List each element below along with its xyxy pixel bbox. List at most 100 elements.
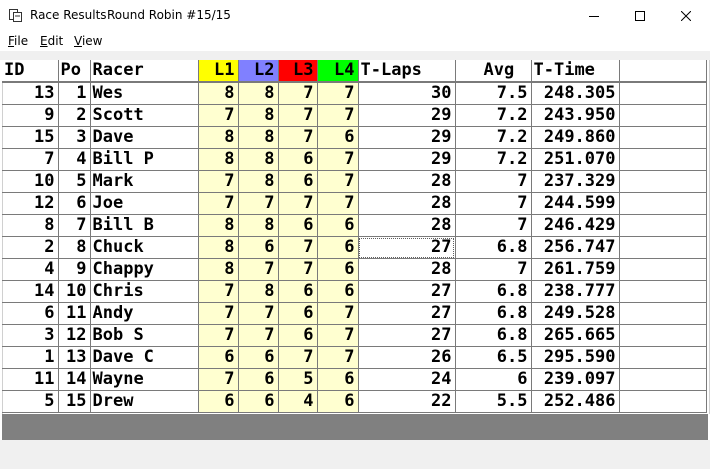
cell-tlaps[interactable]: 27 xyxy=(358,280,456,303)
cell-id[interactable]: 7 xyxy=(2,148,59,171)
cell-id[interactable]: 1 xyxy=(2,346,59,369)
menu-edit[interactable]: Edit xyxy=(40,34,63,48)
table-row[interactable]: 5 15 Drew 6 6 4 6 22 5.5 252.486 xyxy=(2,390,707,413)
cell-pos[interactable]: 3 xyxy=(58,126,91,149)
cell-racer[interactable]: Joe xyxy=(90,192,199,215)
cell-l4[interactable]: 7 xyxy=(317,170,359,193)
cell-l1[interactable]: 7 xyxy=(198,170,239,193)
cell-l1[interactable]: 6 xyxy=(198,390,239,413)
cell-l1[interactable]: 7 xyxy=(198,368,239,391)
cell-racer[interactable]: Bill B xyxy=(90,214,199,237)
table-row[interactable]: 1 13 Dave C 6 6 7 7 26 6.5 295.590 xyxy=(2,346,707,369)
cell-pos[interactable]: 5 xyxy=(58,170,91,193)
cell-racer[interactable]: Chris xyxy=(90,280,199,303)
cell-l2[interactable]: 7 xyxy=(238,302,279,325)
cell-id[interactable]: 10 xyxy=(2,170,59,193)
cell-id[interactable]: 11 xyxy=(2,368,59,391)
table-row[interactable]: 10 5 Mark 7 8 6 7 28 7 237.329 xyxy=(2,170,707,193)
cell-l4[interactable]: 7 xyxy=(317,302,359,325)
cell-tlaps[interactable]: 29 xyxy=(358,104,456,127)
maximize-button[interactable] xyxy=(617,0,663,31)
cell-l2[interactable]: 8 xyxy=(238,126,279,149)
cell-ttime[interactable]: 243.950 xyxy=(531,104,620,127)
cell-racer[interactable]: Scott xyxy=(90,104,199,127)
cell-l1[interactable]: 8 xyxy=(198,236,239,259)
cell-pos[interactable]: 10 xyxy=(58,280,91,303)
cell-tlaps[interactable]: 29 xyxy=(358,126,456,149)
cell-l1[interactable]: 6 xyxy=(198,346,239,369)
cell-ttime[interactable]: 251.070 xyxy=(531,148,620,171)
cell-l4[interactable]: 7 xyxy=(317,82,359,105)
cell-pos[interactable]: 9 xyxy=(58,258,91,281)
cell-ttime[interactable]: 244.599 xyxy=(531,192,620,215)
cell-tlaps[interactable]: 28 xyxy=(358,258,456,281)
header-l3[interactable]: L3 xyxy=(278,60,318,83)
cell-tlaps[interactable]: 27 xyxy=(358,324,456,347)
cell-l4[interactable]: 6 xyxy=(317,280,359,303)
cell-racer[interactable]: Wes xyxy=(90,82,199,105)
cell-id[interactable]: 5 xyxy=(2,390,59,413)
menu-view[interactable]: View xyxy=(74,34,102,48)
cell-id[interactable]: 12 xyxy=(2,192,59,215)
cell-id[interactable]: 13 xyxy=(2,82,59,105)
cell-l2[interactable]: 8 xyxy=(238,280,279,303)
cell-ttime[interactable]: 249.528 xyxy=(531,302,620,325)
cell-racer[interactable]: Dave C xyxy=(90,346,199,369)
table-row[interactable]: 11 14 Wayne 7 6 5 6 24 6 239.097 xyxy=(2,368,707,391)
cell-avg[interactable]: 7.5 xyxy=(455,82,532,105)
cell-l4[interactable]: 6 xyxy=(317,368,359,391)
table-row[interactable]: 8 7 Bill B 8 8 6 6 28 7 246.429 xyxy=(2,214,707,237)
table-row[interactable]: 9 2 Scott 7 8 7 7 29 7.2 243.950 xyxy=(2,104,707,127)
cell-avg[interactable]: 6 xyxy=(455,368,532,391)
cell-l1[interactable]: 8 xyxy=(198,148,239,171)
cell-l2[interactable]: 8 xyxy=(238,214,279,237)
cell-l1[interactable]: 8 xyxy=(198,214,239,237)
header-id[interactable]: ID xyxy=(2,60,59,83)
header-l4[interactable]: L4 xyxy=(317,60,359,83)
cell-l1[interactable]: 8 xyxy=(198,258,239,281)
cell-racer[interactable]: Bill P xyxy=(90,148,199,171)
cell-l2[interactable]: 6 xyxy=(238,236,279,259)
cell-avg[interactable]: 6.8 xyxy=(455,302,532,325)
cell-l4[interactable]: 7 xyxy=(317,192,359,215)
cell-l1[interactable]: 7 xyxy=(198,192,239,215)
cell-l3[interactable]: 6 xyxy=(278,170,318,193)
cell-id[interactable]: 3 xyxy=(2,324,59,347)
close-button[interactable] xyxy=(663,0,709,31)
cell-avg[interactable]: 6.8 xyxy=(455,280,532,303)
cell-ttime[interactable]: 239.097 xyxy=(531,368,620,391)
cell-tlaps[interactable]: 28 xyxy=(358,192,456,215)
cell-pos[interactable]: 1 xyxy=(58,82,91,105)
cell-tlaps[interactable]: 24 xyxy=(358,368,456,391)
cell-pos[interactable]: 7 xyxy=(58,214,91,237)
header-ttime[interactable]: T-Time xyxy=(531,60,620,83)
cell-l3[interactable]: 6 xyxy=(278,302,318,325)
cell-l4[interactable]: 7 xyxy=(317,346,359,369)
table-row[interactable]: 7 4 Bill P 8 8 6 7 29 7.2 251.070 xyxy=(2,148,707,171)
cell-pos[interactable]: 8 xyxy=(58,236,91,259)
cell-l3[interactable]: 7 xyxy=(278,104,318,127)
cell-ttime[interactable]: 249.860 xyxy=(531,126,620,149)
cell-avg[interactable]: 6.8 xyxy=(455,324,532,347)
cell-id[interactable]: 6 xyxy=(2,302,59,325)
cell-ttime[interactable]: 252.486 xyxy=(531,390,620,413)
header-avg[interactable]: Avg xyxy=(455,60,532,83)
cell-pos[interactable]: 6 xyxy=(58,192,91,215)
cell-l4[interactable]: 7 xyxy=(317,148,359,171)
cell-avg[interactable]: 7 xyxy=(455,170,532,193)
cell-id[interactable]: 9 xyxy=(2,104,59,127)
cell-avg[interactable]: 7 xyxy=(455,258,532,281)
cell-l3[interactable]: 5 xyxy=(278,368,318,391)
cell-tlaps[interactable]: 28 xyxy=(358,170,456,193)
cell-id[interactable]: 14 xyxy=(2,280,59,303)
cell-l1[interactable]: 8 xyxy=(198,126,239,149)
table-row[interactable]: 12 6 Joe 7 7 7 7 28 7 244.599 xyxy=(2,192,707,215)
cell-tlaps[interactable]: 29 xyxy=(358,148,456,171)
cell-l3[interactable]: 6 xyxy=(278,148,318,171)
cell-l4[interactable]: 6 xyxy=(317,126,359,149)
cell-l2[interactable]: 8 xyxy=(238,104,279,127)
cell-avg[interactable]: 5.5 xyxy=(455,390,532,413)
cell-racer[interactable]: Andy xyxy=(90,302,199,325)
cell-l3[interactable]: 4 xyxy=(278,390,318,413)
cell-pos[interactable]: 4 xyxy=(58,148,91,171)
